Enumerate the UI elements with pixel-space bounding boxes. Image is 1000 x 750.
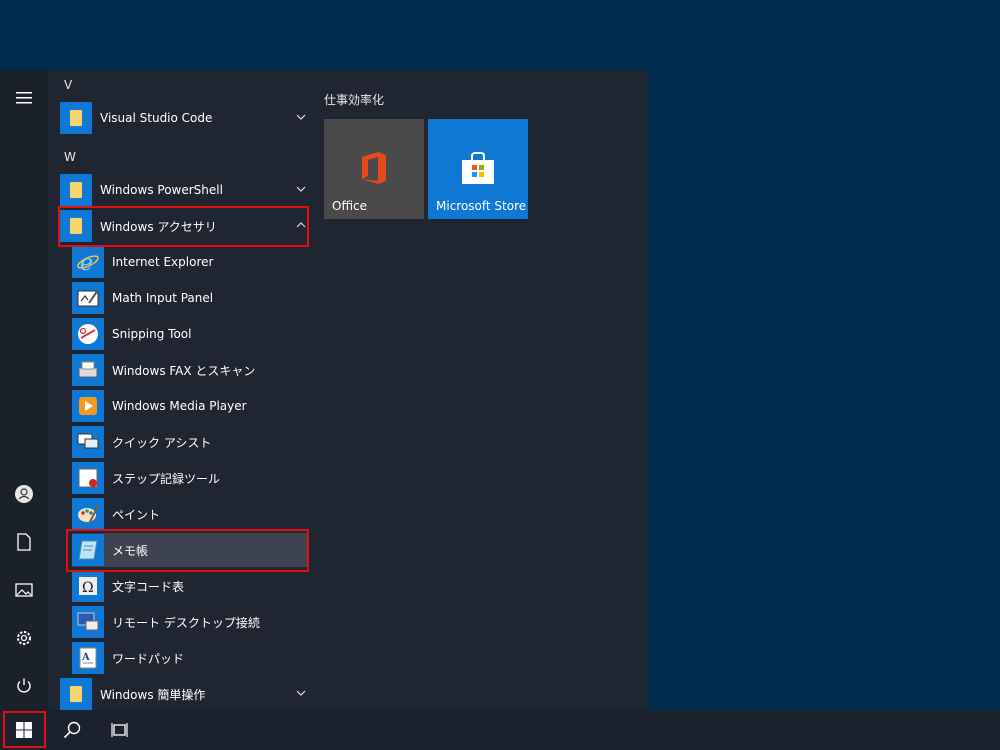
app-label: Visual Studio Code bbox=[100, 111, 213, 125]
app-internet-explorer[interactable]: e Internet Explorer bbox=[72, 245, 308, 279]
start-button[interactable] bbox=[0, 710, 48, 750]
app-label: ペイント bbox=[112, 507, 161, 522]
user-account-icon[interactable] bbox=[12, 482, 36, 506]
app-snipping-tool[interactable]: Snipping Tool bbox=[72, 317, 308, 351]
app-label: 文字コード表 bbox=[112, 579, 185, 594]
microsoft-store-tile[interactable]: Microsoft Store bbox=[428, 119, 528, 219]
pictures-icon[interactable] bbox=[12, 578, 36, 602]
chevron-down-icon bbox=[296, 114, 306, 120]
app-math-input-panel[interactable]: Math Input Panel bbox=[72, 281, 308, 315]
svg-text:Ω: Ω bbox=[82, 580, 94, 596]
folder-icon bbox=[60, 174, 92, 206]
app-character-map[interactable]: Ω 文字コード表 bbox=[72, 569, 308, 603]
task-view-icon bbox=[111, 723, 128, 737]
task-view-button[interactable] bbox=[96, 710, 144, 750]
app-label: Windows FAX とスキャン bbox=[112, 363, 256, 378]
folder-icon bbox=[60, 678, 92, 710]
app-label: Internet Explorer bbox=[112, 255, 214, 269]
hamburger-menu-icon[interactable] bbox=[12, 86, 36, 110]
app-label: Math Input Panel bbox=[112, 291, 214, 305]
fax-scan-icon bbox=[72, 354, 104, 386]
start-menu: V Visual Studio Code W Windows PowerShel… bbox=[0, 70, 648, 710]
letter-header-w[interactable]: W bbox=[64, 150, 76, 164]
app-steps-recorder[interactable]: ステップ記録ツール bbox=[72, 461, 308, 495]
folder-icon bbox=[60, 210, 92, 242]
app-label: Windows アクセサリ bbox=[100, 219, 217, 234]
chevron-up-icon bbox=[296, 222, 306, 228]
app-notepad[interactable]: メモ帳 bbox=[72, 533, 308, 567]
app-label: クイック アシスト bbox=[112, 435, 212, 450]
app-windows-media-player[interactable]: Windows Media Player bbox=[72, 389, 308, 423]
chevron-down-icon bbox=[296, 690, 306, 696]
start-rail bbox=[0, 70, 48, 710]
office-tile[interactable]: Office bbox=[324, 119, 424, 219]
remote-desktop-icon bbox=[72, 606, 104, 638]
app-windows-accessories[interactable]: Windows アクセサリ bbox=[60, 209, 308, 243]
letter-header-v[interactable]: V bbox=[64, 78, 72, 92]
app-remote-desktop[interactable]: リモート デスクトップ接続 bbox=[72, 605, 308, 639]
app-label: Windows 簡単操作 bbox=[100, 687, 206, 702]
app-label: Windows Media Player bbox=[112, 399, 247, 413]
math-input-panel-icon bbox=[72, 282, 104, 314]
app-windows-ease-of-access[interactable]: Windows 簡単操作 bbox=[60, 677, 308, 711]
app-label: Windows PowerShell bbox=[100, 183, 223, 197]
app-wordpad[interactable]: A ワードパッド bbox=[72, 641, 308, 675]
app-label: メモ帳 bbox=[112, 543, 149, 558]
svg-text:e: e bbox=[80, 251, 93, 274]
app-label: リモート デスクトップ接続 bbox=[112, 615, 260, 630]
app-paint[interactable]: ペイント bbox=[72, 497, 308, 531]
app-windows-fax-scan[interactable]: Windows FAX とスキャン bbox=[72, 353, 308, 387]
app-list: V Visual Studio Code W Windows PowerShel… bbox=[48, 70, 320, 710]
app-visual-studio-code[interactable]: Visual Studio Code bbox=[60, 101, 308, 135]
store-bag-icon bbox=[462, 152, 494, 184]
office-logo-icon bbox=[362, 152, 386, 184]
store-tile-label: Microsoft Store bbox=[436, 199, 527, 213]
steps-recorder-icon bbox=[72, 462, 104, 494]
svg-text:A: A bbox=[81, 652, 90, 663]
notepad-icon bbox=[72, 534, 104, 566]
search-button[interactable] bbox=[48, 710, 96, 750]
settings-gear-icon[interactable] bbox=[12, 626, 36, 650]
taskbar bbox=[0, 710, 1000, 750]
power-icon[interactable] bbox=[12, 674, 36, 698]
folder-icon bbox=[60, 102, 92, 134]
app-label: ワードパッド bbox=[112, 651, 185, 666]
chevron-down-icon bbox=[296, 186, 306, 192]
tile-group-title[interactable]: 仕事効率化 bbox=[324, 91, 384, 108]
search-icon bbox=[63, 721, 81, 739]
app-label: ステップ記録ツール bbox=[112, 471, 221, 486]
media-player-icon bbox=[72, 390, 104, 422]
paint-icon bbox=[72, 498, 104, 530]
documents-icon[interactable] bbox=[12, 530, 36, 554]
office-tile-label: Office bbox=[332, 199, 368, 213]
quick-assist-icon bbox=[72, 426, 104, 458]
app-label: Snipping Tool bbox=[112, 327, 192, 341]
wordpad-icon: A bbox=[72, 642, 104, 674]
snipping-tool-icon bbox=[72, 318, 104, 350]
app-quick-assist[interactable]: クイック アシスト bbox=[72, 425, 308, 459]
internet-explorer-icon: e bbox=[72, 246, 104, 278]
windows-logo-icon bbox=[16, 722, 32, 738]
character-map-icon: Ω bbox=[72, 570, 104, 602]
app-windows-powershell[interactable]: Windows PowerShell bbox=[60, 173, 308, 207]
